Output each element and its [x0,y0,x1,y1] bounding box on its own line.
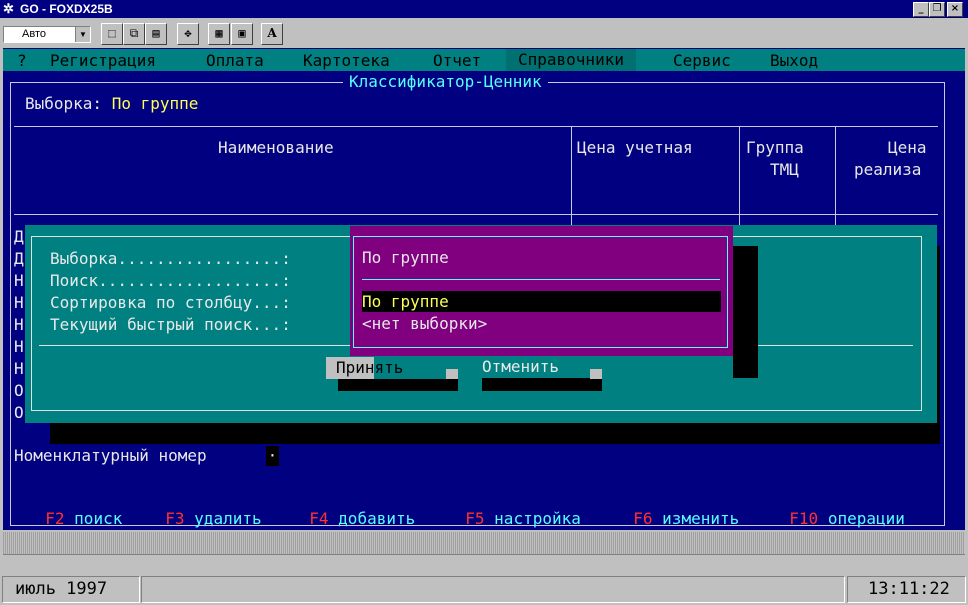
status-date-panel: июль 1997 [2,576,140,603]
field-label-selection: Выборка.................: [50,249,291,268]
popup-option[interactable]: <нет выборки> [362,314,487,333]
nomenclature-label: Номенклатурный номер [14,446,207,465]
fkey-f6-key: F6 [633,509,653,528]
fkey-f2-label: поиск [74,509,123,528]
fkey-f3-label: удалить [194,509,262,528]
window-icon[interactable]: ▣ [231,23,253,45]
col-header-price-sale-line1[interactable]: Цена [888,138,927,157]
menu-item-help[interactable]: ? [17,51,27,70]
field-label-sort: Сортировка по столбцу...: [50,293,291,312]
accept-button-marker [446,369,458,379]
col-header-group-line2: ТМЦ [770,160,799,179]
table-row[interactable]: О [14,403,24,422]
accept-button-shadow [338,378,458,391]
menu-item-exit[interactable]: Выход [770,51,818,70]
fkey-f4-key: F4 [309,509,329,528]
fkey-f10-label: операции [827,509,905,528]
fkey-f10-key: F10 [789,509,819,528]
fkey-f5[interactable]: F5 настройка [446,490,581,528]
fkey-f4-label: добавить [338,509,416,528]
fkey-f3-key: F3 [165,509,185,528]
table-row[interactable]: Н [14,271,24,290]
popup-option-selected[interactable]: По группе [362,291,721,312]
fkey-f6[interactable]: F6 изменить [614,490,739,528]
fkey-f2-key: F2 [45,509,65,528]
popup-shadow [733,246,758,378]
selection-popup: По группе По группе <нет выборки> [350,226,733,356]
panel-title-wrap: Классификатор-Ценник [343,72,548,91]
window-title: GO - FOXDX25B [20,2,113,16]
col-divider-2 [739,126,740,226]
menu-item-report[interactable]: Отчет [433,51,481,70]
console-bottom-strip [3,532,965,554]
selection-label: Выборка: [25,94,103,113]
fkey-f4[interactable]: F4 добавить [290,490,415,528]
copy-icon[interactable]: ⧉ [123,23,145,45]
table-row[interactable]: Н [14,337,24,356]
select-icon[interactable]: ⬚ [101,23,123,45]
accept-button-label: Принять [336,358,404,377]
col-divider-3 [835,126,836,226]
nomenclature-input[interactable]: · [266,446,279,466]
table-header-bottom-line [14,214,938,215]
menu-item-service[interactable]: Сервис [673,51,731,70]
status-middle-panel [141,576,845,603]
menu-item-cardfile[interactable]: Картотека [303,51,390,70]
field-label-search: Поиск...................: [50,271,291,290]
fkey-f5-label: настройка [494,509,581,528]
col-header-name[interactable]: Наименование [218,138,334,157]
panel-title: Классификатор-Ценник [349,72,542,91]
chevron-down-icon[interactable]: ▼ [75,27,90,42]
status-time: 13:11:22 [868,579,950,599]
fkey-f2[interactable]: F2 поиск [26,490,122,528]
move-icon[interactable]: ✥ [177,23,199,45]
selection-row: Выборка: По группе [25,94,198,113]
nomenclature-row: Номенклатурный номер [14,446,207,465]
properties-icon[interactable]: ▦ [208,23,230,45]
table-row[interactable]: Д [14,227,24,246]
fkey-f5-key: F5 [465,509,485,528]
col-header-price-account[interactable]: Цена учетная [577,138,693,157]
field-label-quick-search: Текущий быстрый поиск...: [50,315,291,334]
cancel-button[interactable]: Отменить [482,357,559,376]
table-row[interactable]: Д [14,249,24,268]
popup-option-label: По группе [362,292,449,311]
fkey-f10[interactable]: F10 операции [770,490,905,528]
cancel-button-marker [590,369,602,379]
menu-item-registration[interactable]: Регистрация [50,51,156,70]
col-divider-1 [571,126,572,226]
font-size-value: Авто [22,28,46,40]
status-time-panel: 13:11:22 [847,576,966,603]
status-bar: июль 1997 13:11:22 [0,575,968,605]
cancel-button-shadow [482,378,602,391]
gear-icon: ✲ [3,1,14,16]
selection-value: По группе [111,94,199,113]
table-row[interactable]: Н [14,359,24,378]
horizontal-scrollbar[interactable] [3,554,965,575]
restore-button[interactable]: ❐ [929,2,945,17]
accept-button[interactable]: Принять [326,357,454,379]
menu-bar: ? Регистрация Оплата Картотека Отчет Спр… [3,49,965,71]
popup-divider [362,279,720,280]
table-row[interactable]: Н [14,293,24,312]
paste-icon[interactable]: ▤ [145,23,167,45]
fkey-f3[interactable]: F3 удалить [146,490,262,528]
close-button[interactable]: × [947,2,963,17]
col-header-price-sale-line2: реализа [854,160,922,179]
menu-item-payment[interactable]: Оплата [206,51,264,70]
menu-item-references[interactable]: Справочники [506,49,636,71]
font-button[interactable]: A [261,23,283,45]
font-size-combo[interactable]: Авто ▼ [3,26,91,43]
table-row[interactable]: О [14,381,24,400]
window-title-bar[interactable]: ✲ GO - FOXDX25B _ ❐ × [0,0,968,18]
popup-header: По группе [362,248,449,267]
fkey-f6-label: изменить [662,509,740,528]
table-row[interactable]: Н [14,315,24,334]
col-header-group-line1[interactable]: Группа [746,138,804,157]
minimize-button[interactable]: _ [913,2,929,17]
table-header-top-line [14,126,938,127]
status-date: июль 1997 [15,579,108,599]
